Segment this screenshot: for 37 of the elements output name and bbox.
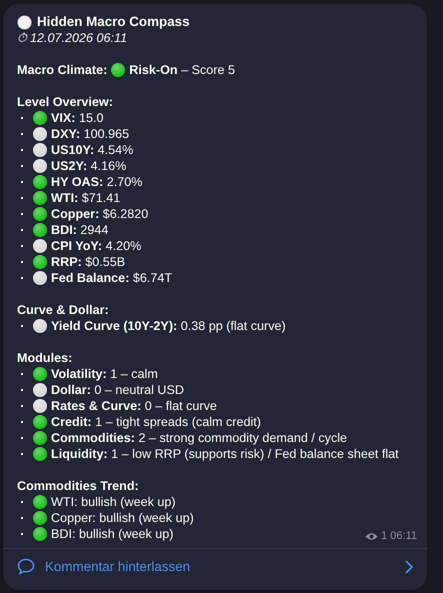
- timestamp: 12.07.2026 06:11: [30, 30, 128, 46]
- eye-icon: [365, 532, 378, 540]
- climate-score: – Score 5: [180, 62, 235, 78]
- list-item-text: HY OAS: 2.70%: [51, 174, 142, 190]
- list-item-text: Copper: $6.2820: [51, 206, 148, 222]
- list-item-text: US2Y: 4.16%: [51, 158, 126, 174]
- list-item-text: Dollar: 0 – neutral USD: [51, 382, 184, 398]
- list-item-text: WTI: $71.41: [51, 190, 120, 206]
- stopwatch-glyph: ⏱: [17, 30, 27, 46]
- message-time: 06:11: [390, 529, 417, 544]
- list-item-text: US10Y: 4.54%: [51, 142, 134, 158]
- list-item-text: BDI: 2944: [51, 222, 108, 238]
- list-item-text: WTI: bullish (week up): [51, 494, 176, 510]
- list-item-text: Liquidity: 1 – low RRP (supports risk) / Fed balance sheet flat: [51, 446, 399, 462]
- chevron-right-icon: [405, 560, 413, 574]
- list-item-text: Yield Curve (10Y-2Y): 0.38 pp (flat curve): [51, 318, 286, 334]
- message-title: Hidden Macro Compass: [37, 14, 190, 30]
- list-item-text: Commodities: 2 – strong commodity demand / cycle: [51, 430, 348, 446]
- section-heading: Level Overview:: [17, 94, 114, 110]
- list-item-text: CPI YoY: 4.20%: [51, 238, 142, 254]
- speech-bubble-icon: [17, 558, 35, 575]
- comment-link[interactable]: Kommentar hinterlassen: [3, 548, 427, 584]
- list-item-text: Copper: bullish (week up): [51, 510, 194, 526]
- list-item-text: DXY: 100.965: [51, 126, 130, 142]
- list-item-text: Rates & Curve: 0 – flat curve: [51, 398, 217, 414]
- list-item-text: Credit: 1 – tight spreads (calm credit): [51, 414, 261, 430]
- list-item-text: Fed Balance: $6.74T: [51, 270, 172, 286]
- climate-label: Macro Climate:: [17, 62, 108, 78]
- list-item-text: Volatility: 1 – calm: [51, 366, 158, 382]
- view-count: 1: [381, 529, 388, 544]
- climate-status: Risk-On: [129, 62, 178, 78]
- section-heading: Curve & Dollar:: [17, 302, 110, 318]
- list-item-text: BDI: bullish (week up): [51, 526, 174, 542]
- list-item-text: RRP: $0.55B: [51, 254, 126, 270]
- section-heading: Commodities Trend:: [17, 478, 140, 494]
- section-heading: Modules:: [17, 350, 74, 366]
- list-item-text: VIX: 15.0: [51, 110, 104, 126]
